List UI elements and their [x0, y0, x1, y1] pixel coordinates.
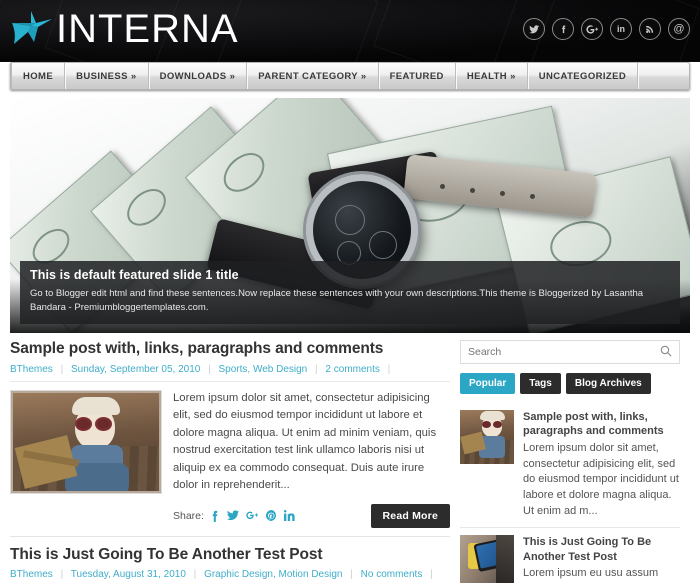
tab-tags[interactable]: Tags	[520, 373, 561, 394]
post-date[interactable]: Sunday, September 05, 2010	[71, 364, 200, 375]
popular-post-thumbnail[interactable]	[460, 410, 514, 464]
post-body: Lorem ipsum dolor sit amet, consectetur …	[10, 382, 450, 528]
nav-item-featured[interactable]: FEATURED	[379, 63, 456, 89]
main-navigation: HOME BUSINESS » DOWNLOADS » PARENT CATEG…	[10, 62, 690, 90]
post-comments[interactable]: 2 comments	[325, 364, 379, 375]
google-plus-icon[interactable]	[581, 18, 603, 40]
read-more-button[interactable]: Read More	[370, 503, 450, 528]
meta-separator: |	[315, 363, 318, 375]
meta-separator: |	[208, 363, 211, 375]
featured-slide-caption: This is default featured slide 1 title G…	[20, 261, 680, 324]
popular-post-thumbnail[interactable]	[460, 535, 514, 583]
post-comments[interactable]: No comments	[361, 569, 423, 580]
popular-post-item[interactable]: This is Just Going To Be Another Test Po…	[460, 527, 680, 583]
linkedin-icon[interactable]	[283, 510, 295, 522]
main-area: Sample post with, links, paragraphs and …	[10, 340, 690, 583]
twitter-icon[interactable]	[523, 18, 545, 40]
post-thumbnail[interactable]	[10, 389, 162, 494]
post-meta: BThemes | Tuesday, August 31, 2010 | Gra…	[10, 569, 450, 583]
post-meta: BThemes | Sunday, September 05, 2010 | S…	[10, 364, 450, 382]
header-pattern-shape	[373, 0, 527, 62]
popular-post-title[interactable]: Sample post with, links, paragraphs and …	[523, 410, 680, 439]
meta-separator: |	[350, 569, 353, 581]
tab-popular[interactable]: Popular	[460, 373, 516, 394]
featured-slider[interactable]: This is default featured slide 1 title G…	[10, 98, 690, 333]
search-input[interactable]	[468, 346, 660, 358]
site-title: INTERNA	[56, 7, 239, 51]
post-categories[interactable]: Sports, Web Design	[219, 364, 308, 375]
tab-blog-archives[interactable]: Blog Archives	[565, 373, 651, 394]
post-list: Sample post with, links, paragraphs and …	[10, 340, 450, 583]
nav-item-business[interactable]: BUSINESS »	[65, 63, 149, 89]
sidebar-tabs: Popular Tags Blog Archives	[460, 373, 680, 394]
meta-separator: |	[60, 363, 64, 375]
search-icon[interactable]	[660, 345, 672, 360]
post-title[interactable]: Sample post with, links, paragraphs and …	[10, 340, 450, 359]
nav-item-uncategorized[interactable]: UNCATEGORIZED	[528, 63, 639, 89]
search-box[interactable]	[460, 340, 680, 364]
popular-post-excerpt: Lorem ipsum eu usu assum liberavisse, ut…	[523, 566, 676, 583]
facebook-icon[interactable]	[211, 510, 220, 522]
post-date[interactable]: Tuesday, August 31, 2010	[71, 569, 186, 580]
post-item: This is Just Going To Be Another Test Po…	[10, 535, 450, 583]
post-share-row: Share: Read More	[173, 503, 450, 528]
email-icon[interactable]: @	[668, 18, 690, 40]
site-logo[interactable]: INTERNA	[8, 6, 239, 52]
meta-separator: |	[387, 363, 391, 375]
sidebar: Popular Tags Blog Archives Sample post w…	[460, 340, 680, 583]
social-links: in @	[523, 18, 690, 40]
popular-post-excerpt: Lorem ipsum dolor sit amet, consectetur …	[523, 441, 679, 518]
post-author[interactable]: BThemes	[10, 364, 53, 375]
featured-slide-title: This is default featured slide 1 title	[30, 268, 239, 283]
post-categories[interactable]: Graphic Design, Motion Design	[204, 569, 342, 580]
nav-item-downloads[interactable]: DOWNLOADS »	[149, 63, 248, 89]
meta-separator: |	[193, 569, 197, 581]
twitter-icon[interactable]	[226, 510, 239, 521]
post-item: Sample post with, links, paragraphs and …	[10, 340, 450, 532]
share-label: Share:	[173, 509, 204, 522]
nav-item-health[interactable]: HEALTH »	[456, 63, 528, 89]
post-author[interactable]: BThemes	[10, 569, 53, 580]
star-swoosh-icon	[8, 6, 54, 52]
nav-item-parent-category[interactable]: PARENT CATEGORY »	[247, 63, 379, 89]
rss-icon[interactable]	[639, 18, 661, 40]
linkedin-icon[interactable]: in	[610, 18, 632, 40]
google-plus-icon[interactable]	[246, 510, 259, 521]
meta-separator: |	[60, 569, 64, 581]
popular-post-title[interactable]: This is Just Going To Be Another Test Po…	[523, 535, 680, 564]
post-excerpt: Lorem ipsum dolor sit amet, consectetur …	[173, 391, 437, 492]
page-root: INTERNA in @ HOME BUSINESS » DOWNLOADS »…	[0, 0, 700, 583]
post-title[interactable]: This is Just Going To Be Another Test Po…	[10, 546, 450, 565]
meta-separator: |	[430, 569, 433, 581]
pinterest-icon[interactable]	[266, 510, 277, 521]
nav-item-home[interactable]: HOME	[11, 63, 66, 89]
site-header: INTERNA in @	[0, 0, 700, 62]
popular-post-item[interactable]: Sample post with, links, paragraphs and …	[460, 403, 680, 527]
facebook-icon[interactable]	[552, 18, 574, 40]
featured-slide-text: Go to Blogger edit html and find these s…	[30, 288, 644, 314]
